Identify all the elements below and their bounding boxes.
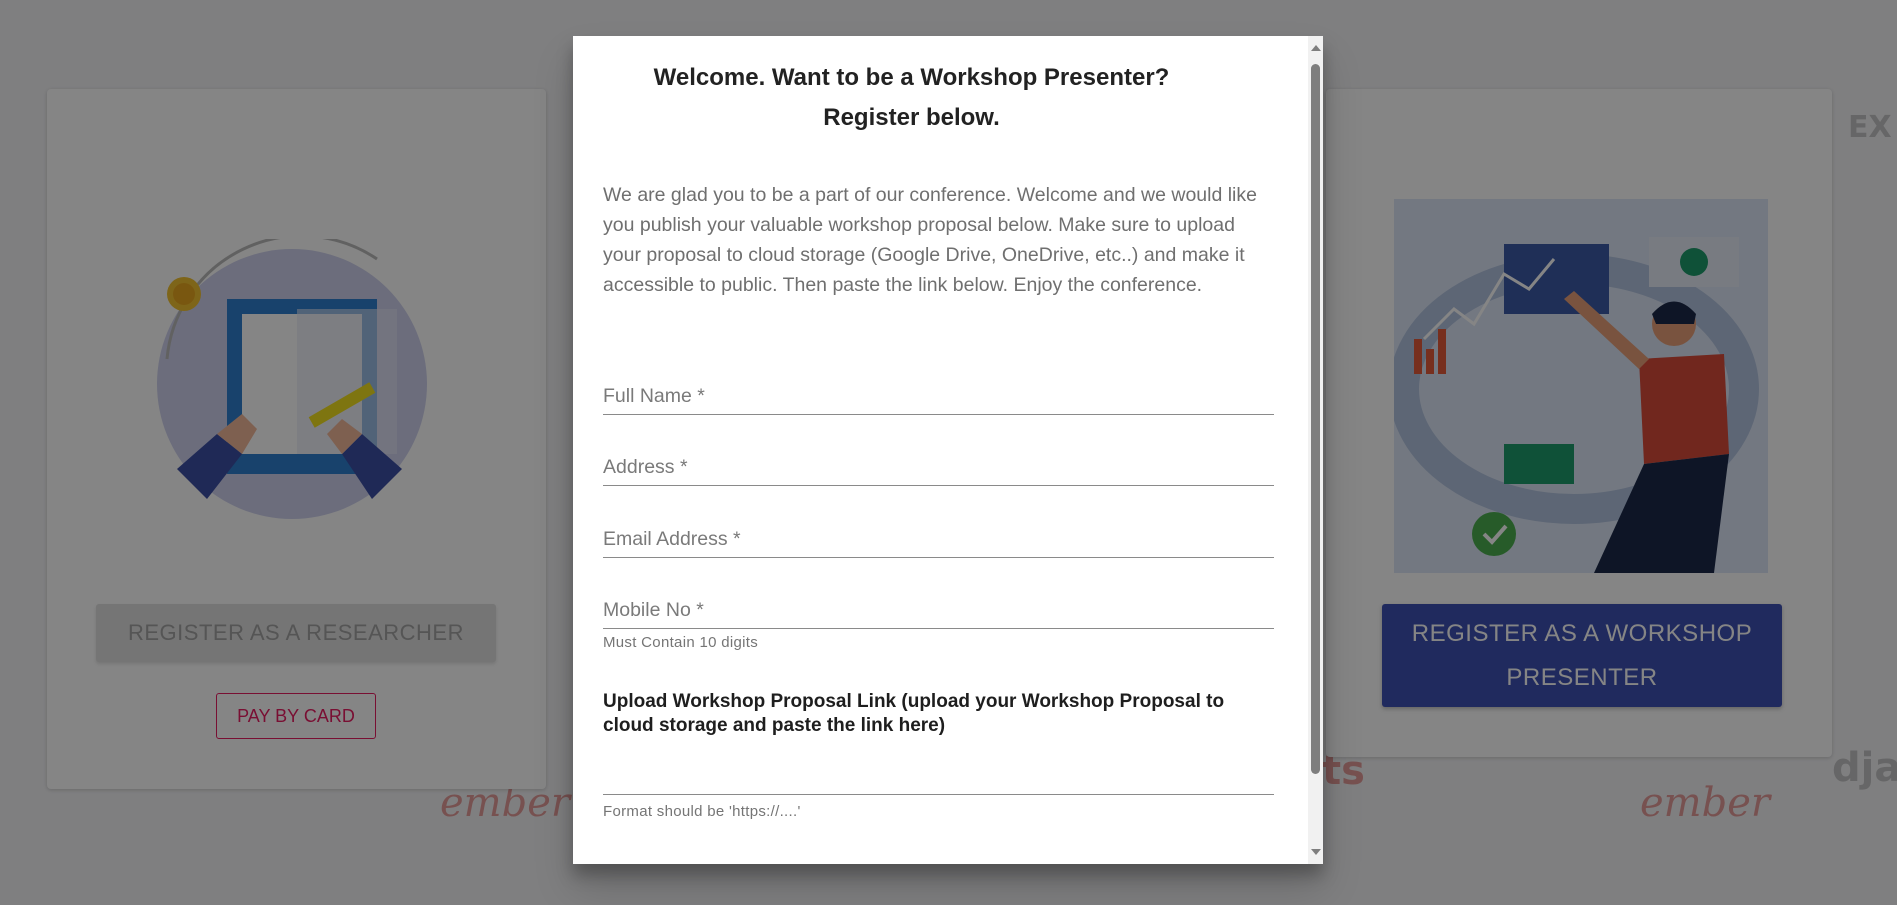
mobile-field[interactable]: Mobile No * bbox=[603, 588, 1274, 629]
email-label: Email Address * bbox=[603, 528, 741, 550]
dialog-intro-text: We are glad you to be a part of our conf… bbox=[603, 184, 1257, 296]
mobile-helper-text: Must Contain 10 digits bbox=[603, 634, 759, 651]
address-field[interactable]: Address * bbox=[603, 445, 1274, 486]
mobile-label: Mobile No * bbox=[603, 599, 704, 621]
workshop-registration-dialog: Welcome. Want to be a Workshop Presenter… bbox=[573, 36, 1323, 864]
scroll-up-arrow-icon[interactable] bbox=[1311, 45, 1321, 51]
upload-link-helper-text: Format should be 'https://....' bbox=[603, 803, 801, 820]
dialog-scrollbar[interactable] bbox=[1308, 36, 1323, 864]
scroll-down-arrow-icon[interactable] bbox=[1311, 849, 1321, 855]
upload-link-field[interactable] bbox=[603, 754, 1274, 795]
full-name-label: Full Name * bbox=[603, 385, 705, 407]
full-name-field[interactable]: Full Name * bbox=[603, 374, 1274, 415]
dialog-title: Welcome. Want to be a Workshop Presenter… bbox=[653, 64, 1170, 131]
email-field[interactable]: Email Address * bbox=[603, 517, 1274, 558]
address-label: Address * bbox=[603, 456, 688, 478]
scroll-thumb[interactable] bbox=[1311, 64, 1320, 774]
upload-link-label: Upload Workshop Proposal Link (upload yo… bbox=[603, 691, 1225, 736]
